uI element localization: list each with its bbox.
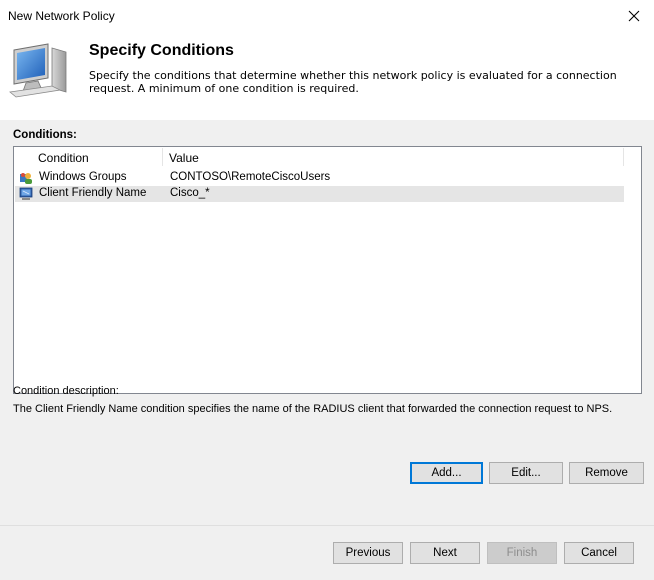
wizard-body: Conditions: Condition Value Windows Grou… xyxy=(0,120,654,525)
column-header-condition[interactable]: Condition xyxy=(38,151,89,165)
condition-description-label: Condition description: xyxy=(13,385,119,397)
conditions-list-header: Condition Value xyxy=(14,147,625,168)
window-title: New Network Policy xyxy=(8,9,115,23)
close-icon xyxy=(628,10,640,22)
client-friendly-name-icon xyxy=(19,187,33,200)
next-button[interactable]: Next xyxy=(410,542,480,564)
remove-button[interactable]: Remove xyxy=(569,462,644,484)
wizard-header: Specify Conditions Specify the condition… xyxy=(0,32,654,120)
close-button[interactable] xyxy=(614,0,654,32)
previous-button[interactable]: Previous xyxy=(333,542,403,564)
network-policy-computer-icon xyxy=(9,43,67,98)
condition-name: Client Friendly Name xyxy=(39,187,147,199)
windows-groups-icon xyxy=(20,173,32,184)
add-button[interactable]: Add... xyxy=(410,462,483,484)
condition-name: Windows Groups xyxy=(39,171,127,183)
table-row[interactable]: Client Friendly Name Cisco_* xyxy=(15,186,624,202)
condition-value: Cisco_* xyxy=(170,187,210,199)
table-row[interactable]: Windows Groups CONTOSO\RemoteCiscoUsers xyxy=(15,170,624,186)
finish-button[interactable]: Finish xyxy=(487,542,557,564)
page-title: Specify Conditions xyxy=(89,42,234,59)
wizard-footer: Previous Next Finish Cancel xyxy=(0,526,654,580)
column-separator[interactable] xyxy=(623,148,624,166)
column-separator[interactable] xyxy=(162,148,163,166)
condition-description-text: The Client Friendly Name condition speci… xyxy=(13,403,613,415)
column-header-value[interactable]: Value xyxy=(169,151,199,165)
condition-value: CONTOSO\RemoteCiscoUsers xyxy=(170,171,331,183)
title-bar: New Network Policy xyxy=(0,0,654,32)
edit-button[interactable]: Edit... xyxy=(489,462,563,484)
conditions-label: Conditions: xyxy=(13,129,77,141)
cancel-button[interactable]: Cancel xyxy=(564,542,634,564)
page-description: Specify the conditions that determine wh… xyxy=(89,69,617,95)
conditions-list[interactable]: Condition Value Windows Groups CONTOSO\R… xyxy=(13,146,642,394)
